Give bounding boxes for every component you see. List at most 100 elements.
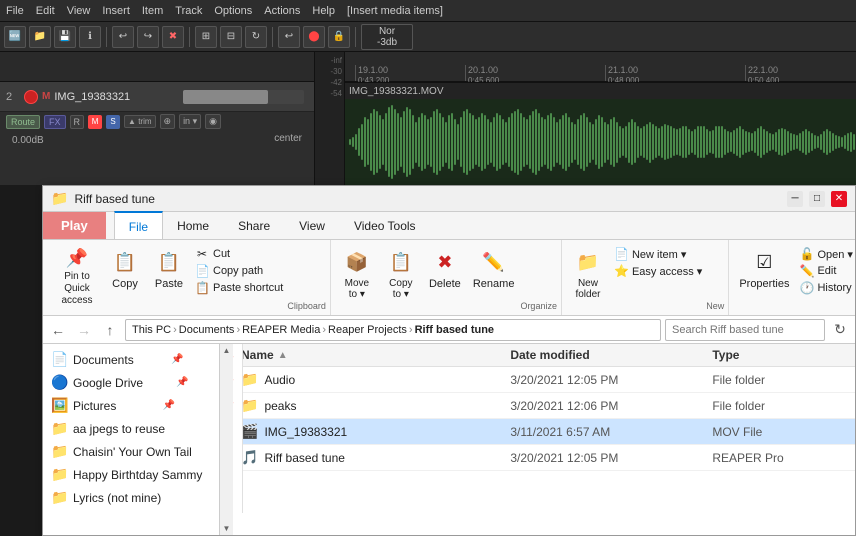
col-type[interactable]: Type [712,348,847,362]
explorer-title: Riff based tune [74,192,781,206]
pin-quickaccess-button[interactable]: 📌 Pin to Quickaccess [51,244,103,311]
menu-insert[interactable]: Insert [102,5,130,17]
file-row[interactable]: 📁 Audio 3/20/2021 12:05 PM File folder [233,367,855,393]
solo-btn[interactable]: S [106,115,120,129]
fx-button[interactable]: FX [44,115,66,129]
nav-item[interactable]: 📁Chaisin' Your Own Tail [43,440,242,463]
tab-home[interactable]: Home [163,212,224,239]
bc-5[interactable]: Riff based tune [415,324,494,336]
record-button[interactable] [24,90,38,104]
col-date[interactable]: Date modified [510,348,712,362]
cut-button[interactable]: ✂ Cut [191,246,287,262]
nav-item[interactable]: 🔵Google Drive📌 [43,371,242,394]
easy-access-button[interactable]: ⭐ Easy access ▾ [610,263,706,279]
file-type: MOV File [712,425,847,439]
search-input[interactable] [665,319,825,341]
paste-shortcut-label: Paste shortcut [213,282,283,294]
bc-2[interactable]: Documents [179,324,235,336]
menu-insert-media[interactable]: [Insert media items] [347,5,443,17]
bc-3[interactable]: REAPER Media [242,324,320,336]
up-button[interactable]: ↑ [99,319,121,341]
nav-item[interactable]: 📁aa jpegs to reuse [43,417,242,440]
trim-btn[interactable]: ▲ trim [124,115,155,128]
phase-btn[interactable]: ⊕ [160,114,176,129]
rename-button[interactable]: ✏️ Rename [467,244,521,311]
paste-button[interactable]: 📋 Paste [147,244,191,311]
bc-1[interactable]: This PC [132,324,171,336]
tab-file[interactable]: File [114,211,163,239]
paste-shortcut-button[interactable]: 📋 Paste shortcut [191,280,287,296]
waveform-bar [640,128,642,157]
special-btn[interactable]: ✖ [162,26,184,48]
new-item-button[interactable]: 📄 New item ▾ [610,246,706,262]
menu-view[interactable]: View [67,5,91,17]
arm-btn[interactable]: ⬤ [303,26,325,48]
info-btn[interactable]: ℹ [79,26,101,48]
copy-path-icon: 📄 [195,264,209,278]
copy-path-button[interactable]: 📄 Copy path [191,263,287,279]
monitor-btn[interactable]: ◉ [205,114,221,129]
record-arm-btn[interactable]: R [70,115,85,129]
properties-button[interactable]: ☑ Properties [733,244,795,311]
undo-btn[interactable]: ↩ [112,26,134,48]
menu-actions[interactable]: Actions [264,5,300,17]
menu-help[interactable]: Help [312,5,335,17]
tab-share[interactable]: Share [224,212,285,239]
file-row[interactable]: 🎵 Riff based tune 3/20/2021 12:05 PM REA… [233,445,855,471]
rewind-btn[interactable]: ↩ [278,26,300,48]
menu-item[interactable]: Item [142,5,163,17]
delete-button[interactable]: ✖ Delete [423,244,467,311]
nav-item[interactable]: 📄Documents📌 [43,348,242,371]
col-name[interactable]: Name ▲ [241,348,510,362]
play-tab[interactable]: Play [43,212,106,239]
menu-track[interactable]: Track [175,5,202,17]
maximize-button[interactable]: □ [809,191,825,207]
save-btn[interactable]: 💾 [54,26,76,48]
lock-btn[interactable]: 🔒 [328,26,350,48]
waveform-bar [391,105,393,179]
copy-to-button[interactable]: 📋 Copyto ▾ [379,244,423,311]
metronome-btn[interactable]: ⊞ [195,26,217,48]
waveform-bar [388,107,390,177]
waveform-bar [526,119,528,164]
file-row[interactable]: 📁 peaks 3/20/2021 12:06 PM File folder [233,393,855,419]
waveform-bar [820,134,822,150]
route-button[interactable]: Route [6,115,40,129]
nav-scrollbar[interactable]: ▲ ▼ [219,344,233,535]
tab-videotools[interactable]: Video Tools [340,212,431,239]
history-button[interactable]: 🕐 History [795,280,856,296]
menu-file[interactable]: File [6,5,24,17]
nav-item[interactable]: 📁Happy Birthtday Sammy [43,463,242,486]
open-btn[interactable]: 📁 [29,26,51,48]
waveform-bar [523,117,525,166]
menu-options[interactable]: Options [214,5,252,17]
redo-btn[interactable]: ↪ [137,26,159,48]
input-btn[interactable]: in ▾ [179,114,201,129]
open-button[interactable]: 🔓 Open ▾ [795,246,856,262]
bc-4[interactable]: Reaper Projects [328,324,407,336]
scroll-down-arrow[interactable]: ▼ [223,524,231,533]
waveform-bar [643,126,645,159]
nav-item[interactable]: 📁Lyrics (not mine) [43,486,242,509]
menu-edit[interactable]: Edit [36,5,55,17]
waveform-bar [397,113,399,170]
grid-btn[interactable]: ⊟ [220,26,242,48]
back-button[interactable]: ← [47,319,69,341]
new-project-btn[interactable]: 🆕 [4,26,26,48]
tab-view[interactable]: View [285,212,340,239]
mute-btn[interactable]: M [88,115,102,129]
nav-item[interactable]: 🖼️Pictures📌 [43,394,242,417]
move-to-button[interactable]: 📦 Moveto ▾ [335,244,379,311]
scroll-up-arrow[interactable]: ▲ [223,346,231,355]
close-button[interactable]: ✕ [831,191,847,207]
play-label: Play [61,218,88,233]
minimize-button[interactable]: ─ [787,191,803,207]
new-folder-button[interactable]: 📁 Newfolder [566,244,610,311]
loop-btn[interactable]: ↻ [245,26,267,48]
forward-button[interactable]: → [73,319,95,341]
edit-button[interactable]: ✏️ Edit [795,263,856,279]
refresh-button[interactable]: ↻ [829,319,851,341]
file-row[interactable]: 🎬 IMG_19383321 3/11/2021 6:57 AM MOV Fil… [233,419,855,445]
waveform-bar [385,113,387,170]
copy-button[interactable]: 📋 Copy [103,244,147,311]
